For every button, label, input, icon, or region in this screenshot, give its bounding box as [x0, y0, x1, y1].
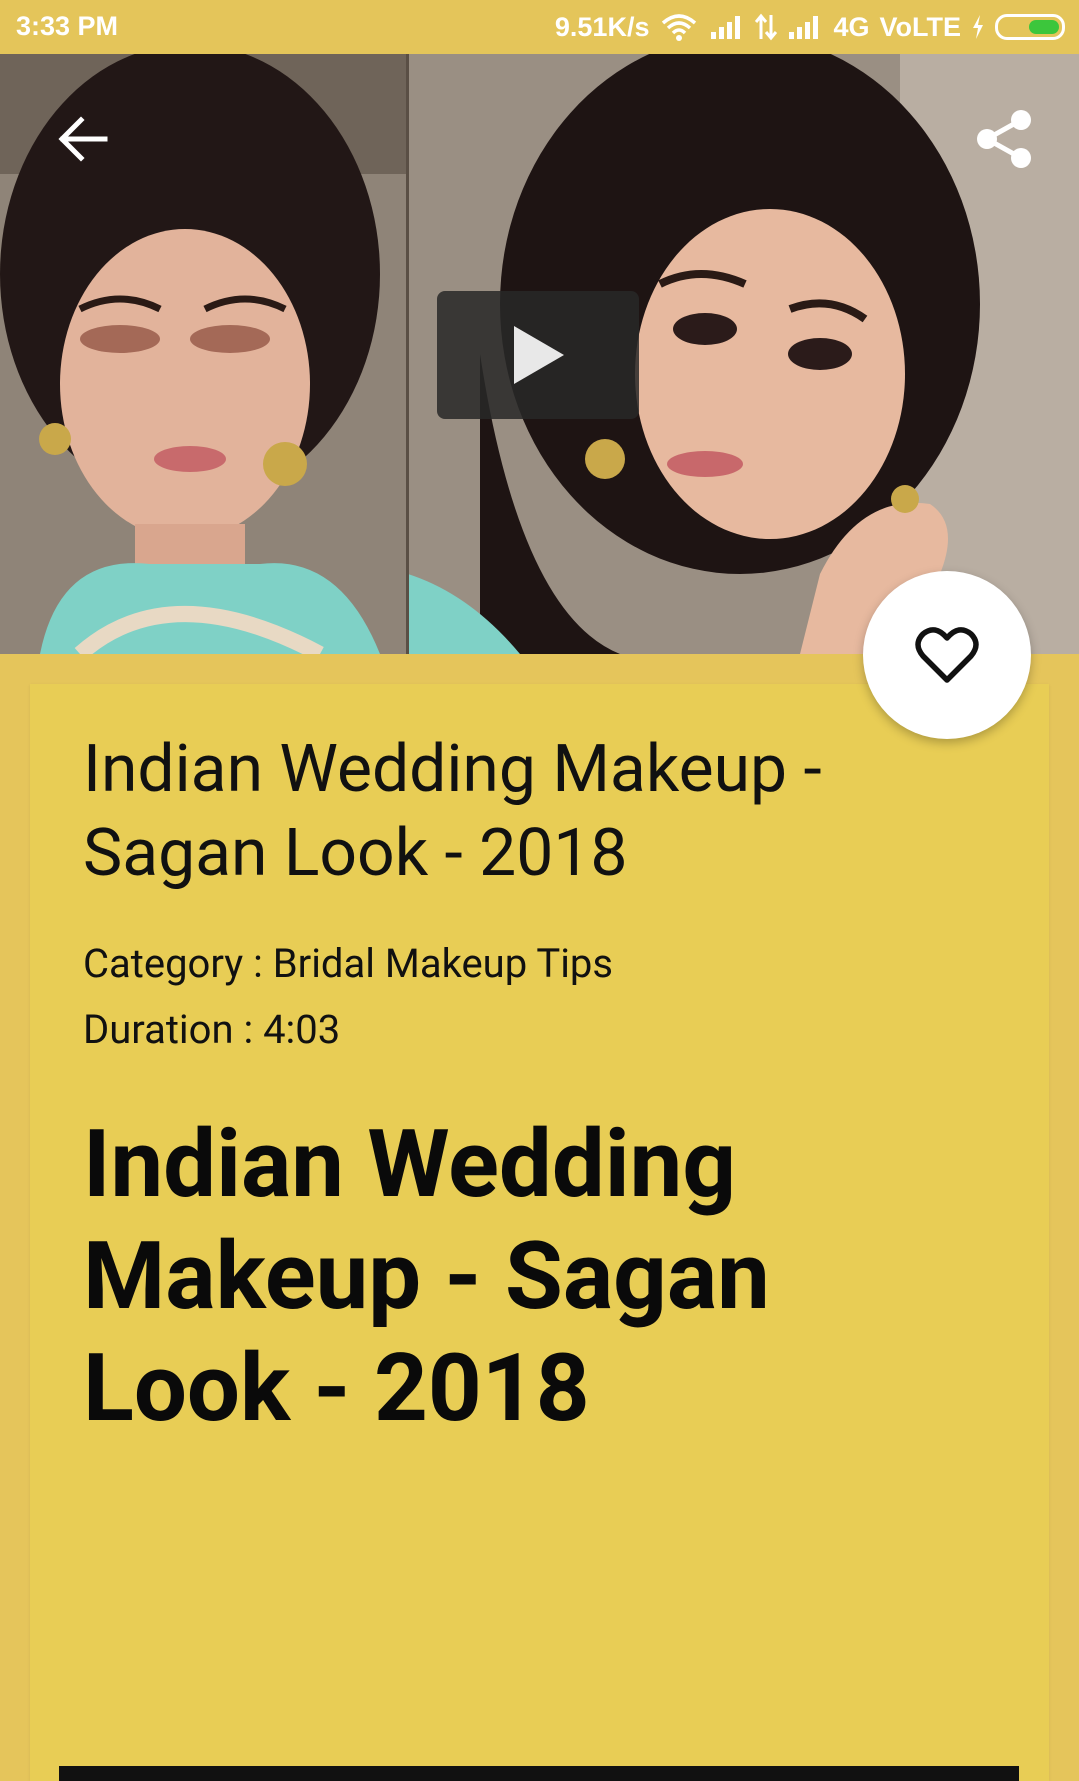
arrow-left-icon: [58, 116, 108, 162]
bottom-divider: [59, 1766, 1019, 1781]
status-bar: 3:33 PM 9.51K/s 4G VoLTE: [0, 0, 1079, 54]
video-details-card: Indian Wedding Makeup - Sagan Look - 201…: [30, 684, 1049, 1781]
status-icons: 9.51K/s 4G VoLTE: [555, 9, 1065, 45]
video-duration: Duration : 4:03: [83, 1006, 341, 1053]
data-arrows-icon: [755, 13, 778, 41]
charging-icon: [971, 14, 985, 40]
signal-icon: [709, 14, 745, 40]
share-button[interactable]: [970, 104, 1040, 174]
volte-label: VoLTE: [879, 11, 962, 42]
status-time: 3:33 PM: [16, 11, 119, 41]
favorite-button[interactable]: [863, 571, 1031, 739]
video-title: Indian Wedding Makeup - Sagan Look - 201…: [83, 731, 822, 892]
share-icon: [977, 110, 1031, 168]
video-category: Category : Bridal Makeup Tips: [83, 940, 614, 987]
video-thumbnail[interactable]: [0, 54, 1079, 654]
play-button[interactable]: [437, 291, 639, 419]
battery-icon: [995, 14, 1065, 40]
video-heading: Indian Wedding Makeup - Sagan Look - 201…: [83, 1109, 770, 1443]
network-type: 4G: [833, 11, 870, 42]
back-button[interactable]: [48, 104, 118, 174]
play-icon: [514, 326, 564, 384]
signal-icon-2: [787, 14, 823, 40]
network-speed: 9.51K/s: [554, 11, 650, 42]
heart-outline-icon: [915, 627, 979, 683]
wifi-icon: [659, 12, 699, 42]
